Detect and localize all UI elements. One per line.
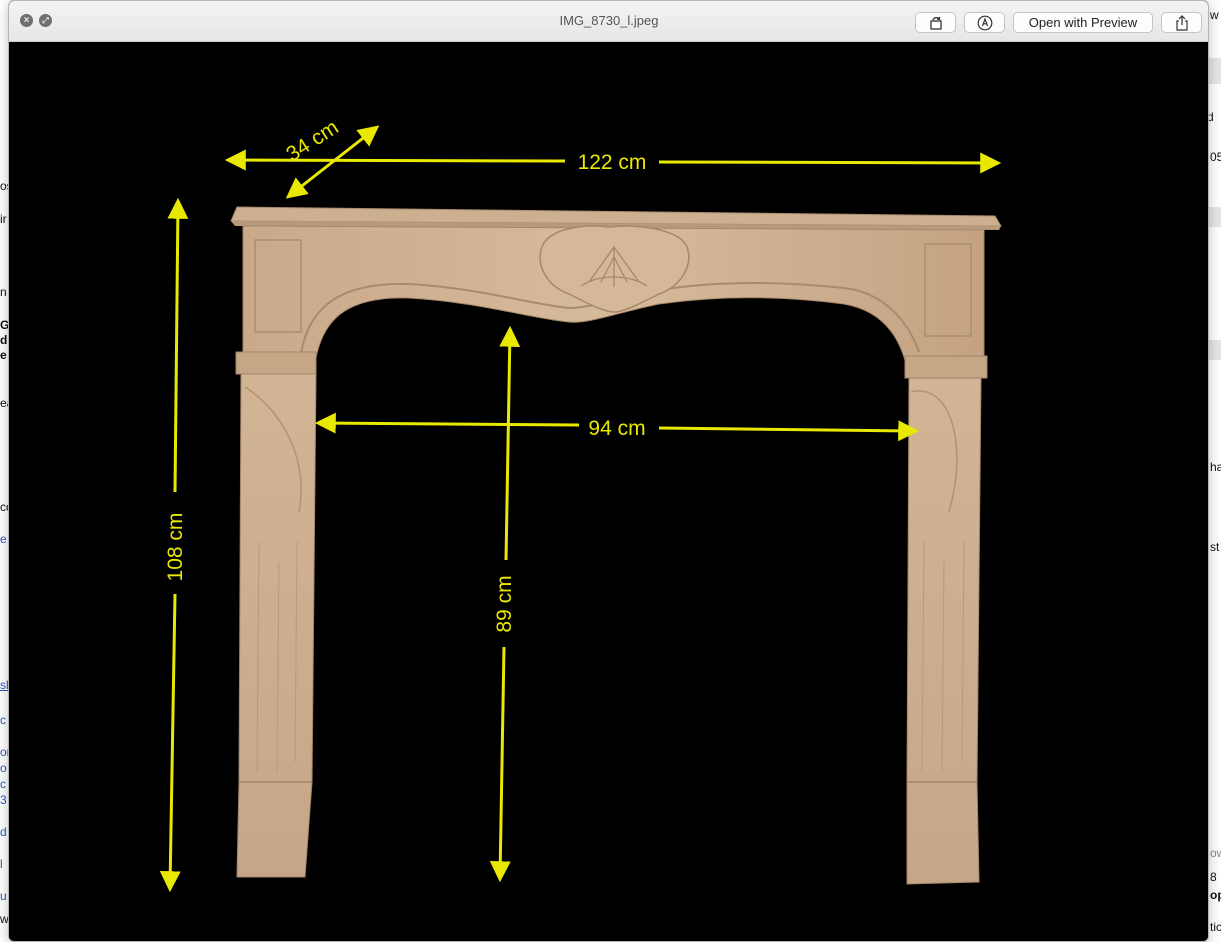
bg-text: ha [1210, 460, 1221, 474]
rotate-icon [929, 16, 942, 30]
markup-button[interactable] [964, 12, 1005, 33]
bg-link[interactable]: 3 [0, 793, 7, 807]
share-icon [1175, 14, 1188, 31]
bg-text: 8 [1210, 870, 1217, 884]
opening-width-arrow-left [314, 412, 580, 434]
bg-band [1207, 207, 1221, 227]
quick-look-window: × ⤢ IMG_8730_l.jpeg Open with Preview 34… [8, 0, 1209, 942]
open-with-preview-button[interactable]: Open with Preview [1013, 12, 1153, 33]
title-bar: × ⤢ IMG_8730_l.jpeg Open with Preview [9, 1, 1208, 42]
fullscreen-arrows-icon: ⤢ [42, 16, 49, 25]
bg-link[interactable]: u [0, 889, 7, 903]
background-app-right: w d 05 ha st ow 8 op tic [1207, 0, 1221, 942]
height-arrow-top [167, 197, 189, 493]
bg-text: tic [1210, 920, 1221, 934]
fireplace-photo: 34 cm 122 cm 108 cm 94 cm 89 cm [159, 116, 1002, 893]
height-arrow-bottom [159, 593, 181, 893]
mantel-frieze [235, 225, 988, 379]
bg-link[interactable]: o [0, 761, 7, 775]
bg-link[interactable]: e [0, 532, 7, 546]
bg-text: ow [1210, 846, 1221, 860]
bg-link[interactable]: c [0, 777, 6, 791]
bg-text: 05 [1210, 150, 1221, 164]
image-viewer: 34 cm 122 cm 108 cm 94 cm 89 cm [9, 42, 1208, 941]
bg-text: w [1210, 8, 1219, 22]
bg-text: st [1210, 540, 1220, 554]
markup-pen-icon [977, 15, 992, 30]
opening-height-arrow-top [499, 325, 521, 561]
bg-text: ir [0, 212, 7, 226]
bg-link[interactable]: l [0, 857, 3, 871]
window-title: IMG_8730_l.jpeg [559, 13, 659, 28]
left-leg [236, 373, 317, 878]
close-icon: × [23, 15, 30, 26]
right-leg [906, 377, 982, 885]
width-label: 122 cm [578, 151, 647, 174]
width-arrow-right [658, 152, 1002, 174]
width-arrow-left [224, 149, 566, 171]
bg-link[interactable]: d [0, 825, 7, 839]
bg-link[interactable]: c [0, 713, 6, 727]
opening-width-arrow-right [658, 420, 920, 442]
close-window-button[interactable]: × [20, 14, 33, 27]
height-label: 108 cm [164, 513, 187, 582]
opening-height-label: 89 cm [493, 575, 516, 632]
fullscreen-button[interactable]: ⤢ [39, 14, 52, 27]
bg-band [1207, 340, 1221, 360]
opening-height-arrow-bottom [489, 646, 511, 883]
bg-text: e [0, 348, 7, 362]
rotate-button[interactable] [915, 12, 956, 33]
bg-text: n [0, 285, 7, 299]
bg-band [1207, 58, 1221, 84]
opening-width-label: 94 cm [588, 417, 645, 440]
bg-text: op [1210, 888, 1221, 902]
bg-text: d [0, 333, 8, 347]
depth-label: 34 cm [282, 116, 342, 166]
share-button[interactable] [1161, 12, 1202, 33]
